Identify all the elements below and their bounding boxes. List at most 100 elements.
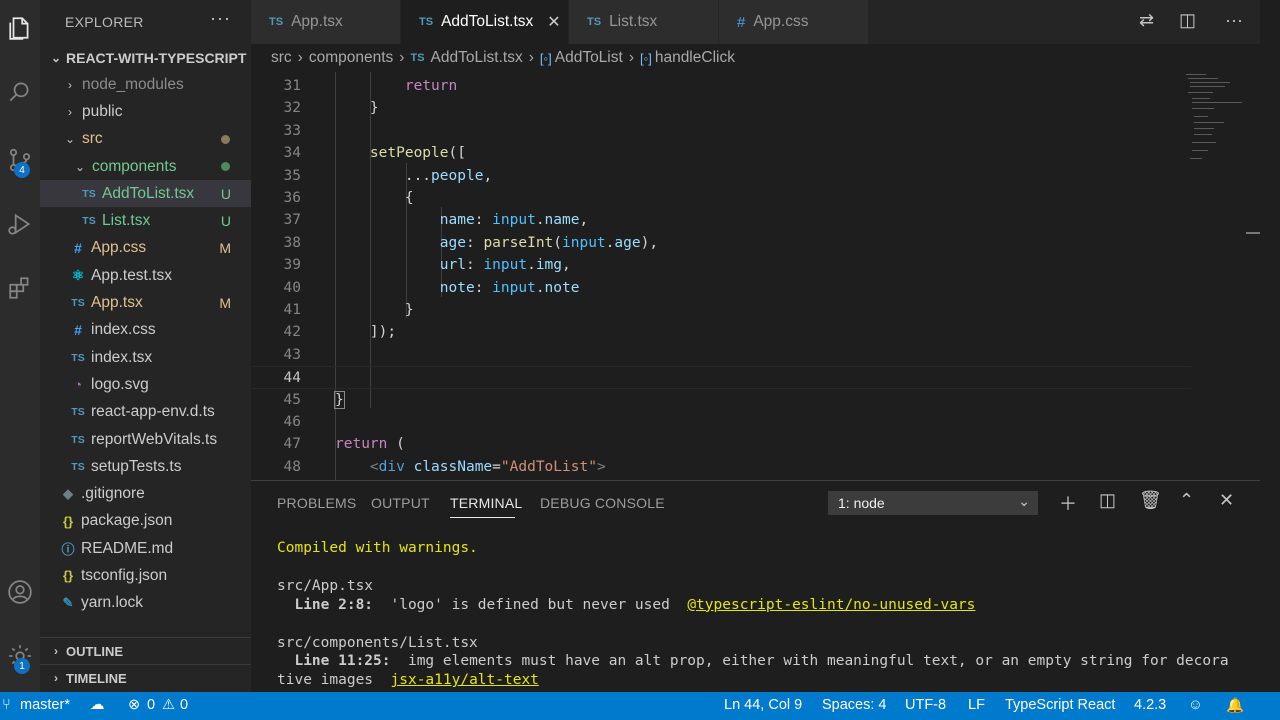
split-editor-icon[interactable]: ◫ [1179, 10, 1196, 31]
tree-item-logo-svg[interactable]: ◔ logo.svg [40, 371, 251, 398]
terminal-select[interactable]: 1: node ⌄ [828, 491, 1038, 515]
tree-item-index-tsx[interactable]: TS index.tsx [40, 344, 251, 371]
git-branch[interactable]: master* [20, 697, 70, 713]
editor-tab-bar: TS App.tsx TS AddToList.tsx ✕ TS List.ts… [251, 0, 1260, 44]
error-count[interactable]: 0 [147, 697, 155, 713]
tab-output[interactable]: OUTPUT [371, 495, 430, 511]
eslint-rule-link[interactable]: @typescript-eslint/no-unused-vars [687, 597, 975, 613]
tree-item-app-test[interactable]: ⚛ App.test.tsx [40, 262, 251, 289]
terminal-output[interactable]: Compiled with warnings. src/App.tsx Line… [277, 539, 1229, 690]
tree-item-node-modules[interactable]: › node_modules [40, 71, 251, 98]
typescript-file-icon: TS [71, 433, 85, 446]
git-file-icon: ◆ [63, 486, 73, 502]
run-debug-icon[interactable] [0, 204, 40, 244]
tree-item-app-tsx[interactable]: TS App.tsx M [40, 289, 251, 316]
chevron-down-icon: ⌄ [1018, 493, 1030, 509]
terminal-line: src/App.tsx [277, 577, 374, 594]
tree-item-package-json[interactable]: {} package.json [40, 508, 251, 535]
tree-item-yarn-lock[interactable]: ✎ yarn.lock [40, 590, 251, 617]
tree-item-tsconfig[interactable]: {} tsconfig.json [40, 562, 251, 589]
source-control-icon[interactable]: 4 [0, 140, 40, 180]
tree-item-list[interactable]: TS List.tsx U [40, 207, 251, 234]
code-editor[interactable]: 31 return 32 } 33 34 setPeople([ 35 ...p… [251, 72, 1260, 480]
tree-item-addtolist[interactable]: TS AddToList.tsx U [40, 180, 251, 208]
active-tab-underline [450, 517, 515, 518]
feedback-icon[interactable]: ☺ [1188, 697, 1203, 713]
more-actions-icon[interactable]: ··· [1225, 10, 1243, 31]
notifications-bell-icon[interactable]: 🔔 [1226, 697, 1244, 714]
explorer-files-icon[interactable] [0, 8, 40, 48]
breadcrumb-symbol-handleclick[interactable]: handleClick [655, 49, 735, 67]
tab-terminal[interactable]: TERMINAL [450, 495, 522, 511]
tab-problems[interactable]: PROBLEMS [277, 495, 356, 511]
compare-changes-icon[interactable]: ⇄ [1139, 10, 1154, 31]
outline-section[interactable]: › OUTLINE [40, 637, 251, 664]
close-panel-icon[interactable]: ✕ [1219, 490, 1234, 511]
warning-count[interactable]: 0 [180, 697, 188, 713]
tree-item-readme[interactable]: ⓘ README.md [40, 535, 251, 562]
code-text: setPeople([ [369, 145, 466, 162]
trash-icon[interactable]: 🗑 [1139, 490, 1162, 511]
line-number: 42 [283, 324, 301, 341]
line-number: 44 [283, 370, 301, 387]
timeline-section[interactable]: › TIMELINE [40, 664, 251, 691]
css-file-icon: # [74, 322, 82, 339]
tree-item-label: index.tsx [91, 348, 153, 366]
line-number: 41 [283, 302, 301, 318]
extensions-icon[interactable] [0, 268, 40, 308]
indentation[interactable]: Spaces: 4 [822, 697, 887, 713]
editor-actions: ⇄ ◫ ··· [251, 0, 1260, 44]
explorer-title: EXPLORER ··· [40, 0, 251, 44]
tree-item-src[interactable]: ⌄ src [40, 126, 251, 153]
tree-item-app-css[interactable]: # App.css M [40, 235, 251, 262]
tree-item-gitignore[interactable]: ◆ .gitignore [40, 480, 251, 507]
tree-item-report-web-vitals[interactable]: TS reportWebVitals.ts [40, 426, 251, 453]
split-terminal-icon[interactable]: ◫ [1099, 490, 1116, 511]
sync-icon[interactable]: ☁ [90, 697, 105, 713]
breadcrumb-symbol-addtolist[interactable]: AddToList [555, 49, 623, 67]
maximize-panel-icon[interactable]: ⌃ [1179, 490, 1194, 511]
code-text: } [369, 100, 379, 117]
settings-gear-icon[interactable]: 1 [0, 636, 40, 676]
code-line: 46 [251, 411, 1191, 433]
code-text: } [334, 390, 345, 409]
vertical-scrollbar[interactable] [1260, 0, 1280, 692]
language-mode[interactable]: TypeScript React [1005, 697, 1115, 713]
tree-item-components[interactable]: ⌄ components [40, 153, 251, 180]
workspace-root[interactable]: ⌄ REACT-WITH-TYPESCRIPT [40, 44, 251, 71]
typescript-version[interactable]: 4.2.3 [1134, 697, 1166, 713]
code-text: } [404, 302, 414, 318]
typescript-file-icon: TS [82, 187, 96, 200]
code-line: 39 url: input.img, [251, 254, 1191, 276]
new-terminal-icon[interactable]: ＋ [1059, 490, 1077, 516]
tree-item-react-app-env[interactable]: TS react-app-env.d.ts [40, 399, 251, 426]
breadcrumb-src[interactable]: src [271, 49, 292, 67]
accounts-icon[interactable] [0, 572, 40, 612]
cursor-position[interactable]: Ln 44, Col 9 [724, 697, 802, 713]
breadcrumb-components[interactable]: components [309, 49, 393, 67]
tree-item-setup-tests[interactable]: TS setupTests.ts [40, 453, 251, 480]
line-number: 43 [283, 346, 301, 363]
line-number: 36 [283, 190, 301, 206]
line-number: 33 [283, 122, 301, 139]
tab-debug-console[interactable]: DEBUG CONSOLE [540, 495, 665, 511]
breadcrumb-file[interactable]: AddToList.tsx [431, 49, 523, 67]
tree-item-label: App.css [91, 239, 147, 257]
tree-item-public[interactable]: › public [40, 98, 251, 125]
typescript-file-icon: TS [71, 406, 85, 419]
explorer-sidebar: EXPLORER ··· ⌄ REACT-WITH-TYPESCRIPT › n… [40, 0, 251, 692]
typescript-file-icon: TS [410, 52, 425, 64]
minimap[interactable] [1186, 72, 1246, 192]
tree-item-index-css[interactable]: # index.css [40, 317, 251, 344]
tree-item-label: reportWebVitals.ts [91, 430, 218, 448]
search-icon[interactable] [0, 72, 40, 112]
json-file-icon: {} [62, 513, 74, 529]
eslint-rule-link[interactable]: jsx-a11y/alt-text [391, 672, 539, 688]
code-text: { [404, 190, 414, 206]
svg-file-icon: ◔ [74, 377, 82, 393]
terminal-line: src/components/List.tsx [277, 634, 478, 651]
end-of-line[interactable]: LF [968, 697, 985, 713]
code-line: 37 name: input.name, [251, 209, 1191, 231]
encoding[interactable]: UTF-8 [905, 697, 946, 713]
more-actions-icon[interactable]: ··· [210, 8, 231, 29]
